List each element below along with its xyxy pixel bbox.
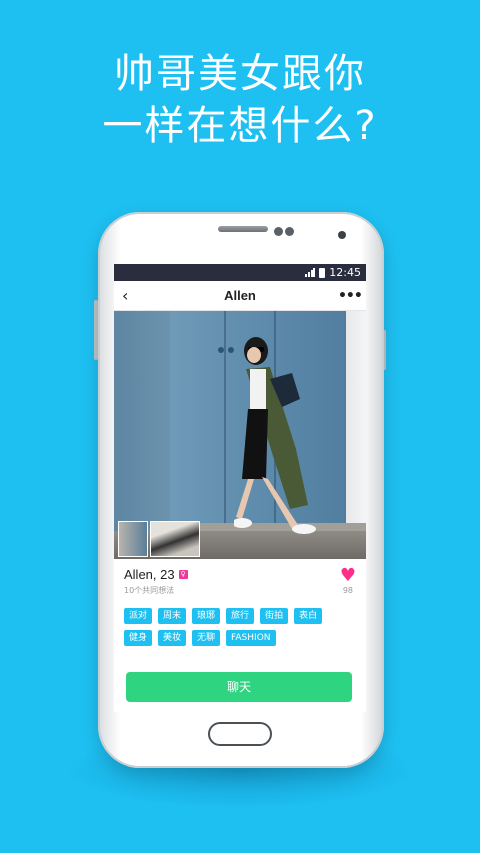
battery-icon bbox=[319, 267, 326, 278]
status-bar: 12:45 bbox=[114, 264, 366, 281]
photo-wall bbox=[346, 311, 366, 559]
interest-tag[interactable]: 派对 bbox=[124, 608, 153, 624]
headline: 帅哥美女跟你 一样在想什么? bbox=[0, 48, 480, 152]
interest-tag[interactable]: 美妆 bbox=[158, 630, 187, 646]
phone-sensor bbox=[274, 227, 283, 236]
photo-door-knob bbox=[218, 347, 224, 353]
interest-tag[interactable]: 街拍 bbox=[260, 608, 289, 624]
profile-info: Allen, 23 ♀ 10个共同想法 ♥ 98 bbox=[114, 559, 366, 596]
signal-icon bbox=[305, 268, 316, 277]
interest-tag[interactable]: 无聊 bbox=[192, 630, 221, 646]
phone-sensor bbox=[285, 227, 294, 236]
heart-icon[interactable]: ♥ bbox=[340, 567, 356, 585]
like-count: 98 bbox=[342, 586, 354, 595]
gender-female-icon: ♀ bbox=[178, 570, 188, 579]
photo-thumbnails bbox=[118, 521, 200, 557]
interest-tag[interactable]: 琅琊 bbox=[192, 608, 221, 624]
interest-tag[interactable]: FASHION bbox=[226, 630, 276, 646]
common-thoughts-count[interactable]: 10个共同想法 bbox=[124, 585, 188, 596]
interest-tag[interactable]: 健身 bbox=[124, 630, 153, 646]
profile-name: Allen, 23 bbox=[124, 567, 175, 582]
page-title: Allen bbox=[224, 288, 256, 303]
back-icon[interactable]: ‹ bbox=[122, 286, 142, 305]
headline-line-1: 帅哥美女跟你 bbox=[114, 51, 366, 97]
status-time: 12:45 bbox=[329, 266, 361, 279]
photo-person bbox=[234, 337, 316, 534]
interest-tag[interactable]: 表白 bbox=[294, 608, 323, 624]
phone-earpiece bbox=[218, 226, 268, 232]
headline-line-2: 一样在想什么? bbox=[102, 103, 378, 149]
chat-button[interactable]: 聊天 bbox=[126, 672, 352, 702]
photo-thumbnail[interactable] bbox=[150, 521, 200, 557]
like-area[interactable]: ♥ 98 bbox=[340, 567, 356, 596]
photo-thumbnail[interactable] bbox=[118, 521, 148, 557]
interest-tag[interactable]: 旅行 bbox=[226, 608, 255, 624]
interest-tag[interactable]: 周末 bbox=[158, 608, 187, 624]
photo-door-seam bbox=[224, 311, 226, 531]
phone-screen: 12:45 ‹ Allen ••• Allen, 23 ♀ 10个共同想法 ♥ … bbox=[114, 264, 366, 712]
front-camera bbox=[338, 231, 346, 239]
phone-home-button bbox=[208, 722, 272, 746]
interest-tags: 派对 周末 琅琊 旅行 街拍 表白 健身 美妆 无聊 FASHION bbox=[114, 596, 346, 646]
profile-photo[interactable] bbox=[114, 311, 366, 559]
more-icon[interactable]: ••• bbox=[338, 288, 363, 304]
nav-bar: ‹ Allen ••• bbox=[114, 281, 366, 311]
